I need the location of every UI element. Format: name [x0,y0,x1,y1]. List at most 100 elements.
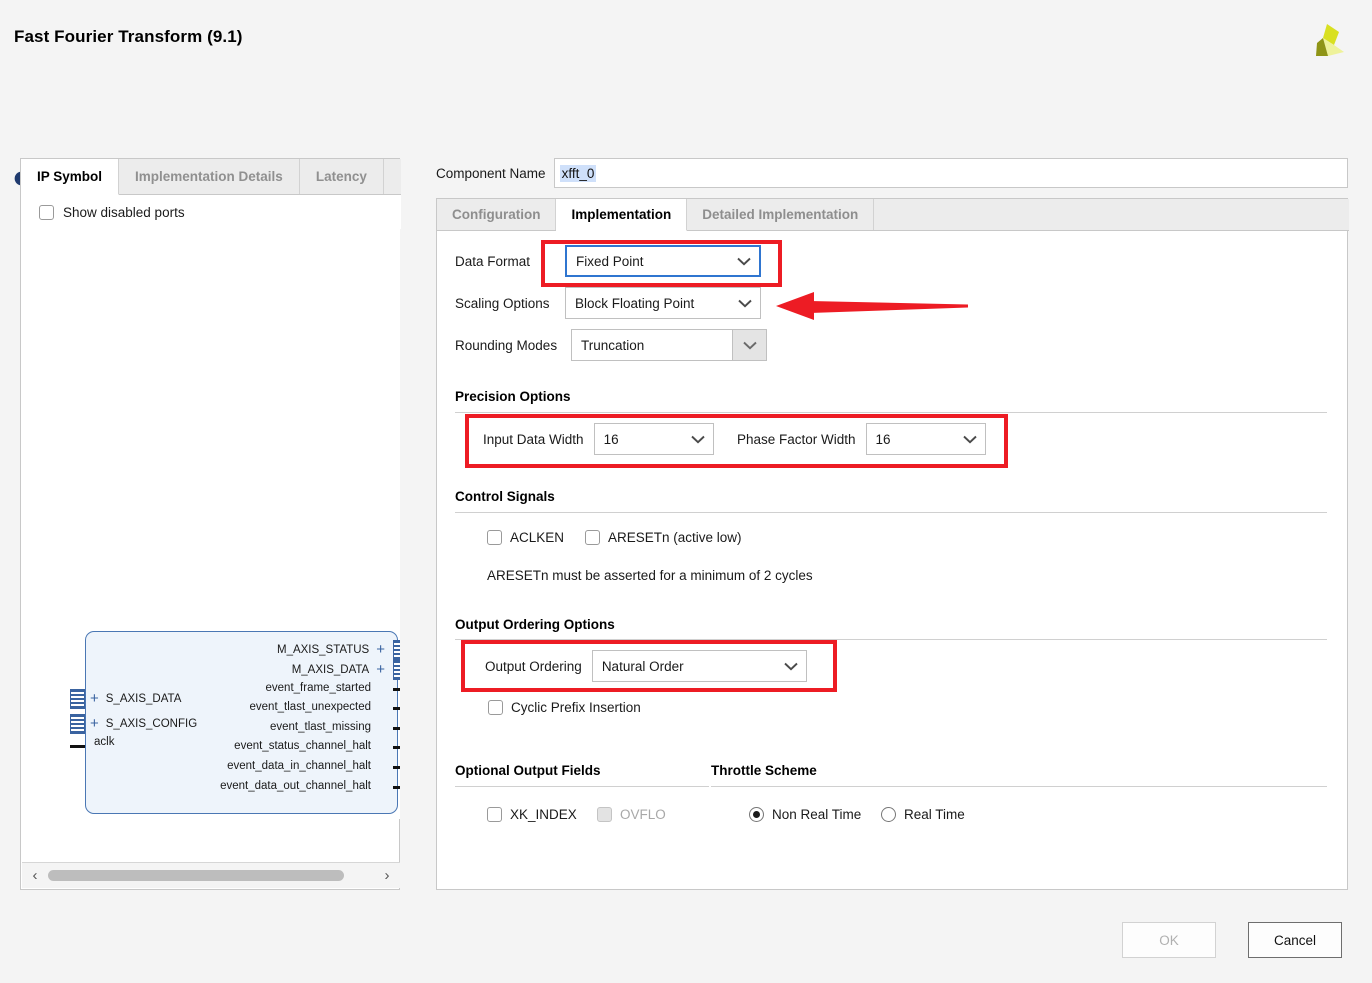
output-ordering-select[interactable]: Natural Order [591,650,807,682]
port-event-tlast-missing-label: event_tlast_missing [270,721,371,733]
show-disabled-ports-label: Show disabled ports [63,204,185,220]
input-data-width-select[interactable]: 16 [593,423,714,455]
cancel-button-label: Cancel [1273,932,1317,948]
control-signals-divider [455,512,1327,513]
component-name-input[interactable]: xfft_0 [553,158,1348,188]
real-time-label: Real Time [904,807,965,822]
port-s-axis-data: + S_AXIS_DATA [90,691,181,706]
ovflo-checkbox [597,807,612,822]
scaling-options-value: Block Floating Point [575,295,695,311]
scaling-options-select[interactable]: Block Floating Point [565,287,761,319]
pin-connector-event-frame-started [393,688,400,691]
precision-options-title: Precision Options [455,389,571,404]
port-event-data-out-channel-halt-label: event_data_out_channel_halt [220,780,371,792]
real-time-radio[interactable] [881,807,896,822]
input-data-width-label: Input Data Width [483,431,584,447]
chevron-down-icon [742,338,757,353]
scaling-options-label: Scaling Options [455,295,550,311]
expand-plus-icon[interactable]: + [376,662,385,677]
pin-connector-event-data-out-channel-halt [393,786,400,789]
rounding-modes-row: Rounding Modes Truncation [455,329,767,361]
non-real-time-label: Non Real Time [772,807,862,822]
output-ordering-options-title: Output Ordering Options [455,617,615,632]
cancel-button[interactable]: Cancel [1248,922,1342,958]
bus-connector-s-axis-config [70,714,85,734]
pin-connector-event-tlast-unexpected [393,707,400,710]
component-name-label: Component Name [436,165,546,181]
tab-detailed-implementation[interactable]: Detailed Implementation [687,199,875,230]
ok-button-label: OK [1159,932,1179,948]
port-event-data-in-channel-halt: event_data_in_channel_halt [227,760,371,772]
data-format-row: Data Format Fixed Point [455,245,761,277]
pin-connector-aclk [70,745,85,748]
port-aclk-label: aclk [94,736,115,748]
output-ordering-divider [455,639,1327,640]
tab-ip-symbol[interactable]: IP Symbol [21,159,120,195]
port-aclk: aclk [94,736,114,748]
data-format-label: Data Format [455,253,531,269]
rounding-modes-select[interactable]: Truncation [571,329,767,361]
chevron-down-icon [690,432,705,447]
xk-index-checkbox[interactable] [487,807,502,822]
horizontal-scrollbar[interactable]: ‹ › [22,862,400,888]
non-real-time-radio[interactable] [749,807,764,822]
aresetn-row: ARESETn (active low) [585,530,742,545]
expand-plus-icon[interactable]: + [90,716,99,731]
expand-plus-icon[interactable]: + [376,642,385,657]
implementation-form: Data Format Fixed Point Scaling Options … [437,231,1349,890]
aresetn-label: ARESETn (active low) [608,530,742,545]
tab-latency[interactable]: Latency [300,159,384,194]
optional-output-fields-divider [455,786,709,787]
scroll-right-arrow-icon[interactable]: › [374,863,400,889]
phase-factor-width-label: Phase Factor Width [737,431,856,447]
chevron-down-icon [737,254,751,269]
tab-implementation-details-label: Implementation Details [135,169,283,184]
cyclic-prefix-insertion-row: Cyclic Prefix Insertion [488,700,641,715]
throttle-non-real-time-option[interactable]: Non Real Time [749,807,861,822]
port-event-tlast-unexpected-label: event_tlast_unexpected [249,701,371,713]
port-m-axis-data: M_AXIS_DATA + [292,662,385,677]
chevron-down-icon [784,659,798,674]
ip-symbol-canvas: + S_AXIS_DATA + S_AXIS_CONFIG aclk M_AXI… [22,229,400,819]
ok-button[interactable]: OK [1122,922,1216,958]
expand-plus-icon[interactable]: + [90,691,99,706]
cyclic-prefix-insertion-label: Cyclic Prefix Insertion [511,700,641,715]
port-m-axis-status-label: M_AXIS_STATUS [276,643,370,656]
bus-connector-m-axis-status [393,640,400,660]
phase-factor-width-row: Phase Factor Width 16 [737,423,986,455]
phase-factor-width-select[interactable]: 16 [865,423,986,455]
tab-implementation-details[interactable]: Implementation Details [119,159,300,194]
throttle-real-time-option[interactable]: Real Time [881,807,965,822]
aclken-checkbox[interactable] [487,530,502,545]
aclken-label: ACLKEN [510,530,565,545]
show-disabled-ports-checkbox[interactable] [39,204,54,220]
window-titlebar: Fast Fourier Transform (9.1) [0,0,1372,76]
rounding-modes-dropdown-button[interactable] [732,330,766,360]
scrollbar-thumb[interactable] [48,870,344,881]
port-s-axis-config: + S_AXIS_CONFIG [90,716,197,731]
port-event-data-in-channel-halt-label: event_data_in_channel_halt [227,760,371,772]
data-format-select[interactable]: Fixed Point [565,245,761,277]
configuration-panel: Configuration Implementation Detailed Im… [436,198,1349,890]
cyclic-prefix-insertion-checkbox[interactable] [488,700,503,715]
rounding-modes-value: Truncation [581,337,645,353]
output-ordering-row: Output Ordering Natural Order [485,650,807,682]
output-ordering-value: Natural Order [601,658,684,674]
port-event-frame-started: event_frame_started [266,682,371,694]
xk-index-label: XK_INDEX [510,807,577,822]
scroll-left-arrow-icon[interactable]: ‹ [22,863,48,889]
aresetn-note: ARESETn must be asserted for a minimum o… [487,568,813,583]
chevron-down-icon [738,296,752,311]
aresetn-checkbox[interactable] [585,530,600,545]
left-panel-tabs: IP Symbol Implementation Details Latency [21,159,401,195]
tab-implementation-label: Implementation [571,207,672,222]
port-event-status-channel-halt: event_status_channel_halt [234,740,371,752]
tab-implementation[interactable]: Implementation [556,199,688,231]
ip-symbol-panel: IP Symbol Implementation Details Latency… [20,158,401,890]
scrollbar-track[interactable] [48,863,374,889]
tab-ip-symbol-label: IP Symbol [37,169,103,184]
port-event-data-out-channel-halt: event_data_out_channel_halt [220,780,371,792]
ovflo-row: OVFLO [597,807,666,822]
tab-configuration[interactable]: Configuration [437,199,557,230]
toolbar: Documentation IP Location Switch to Defa… [0,76,1372,187]
